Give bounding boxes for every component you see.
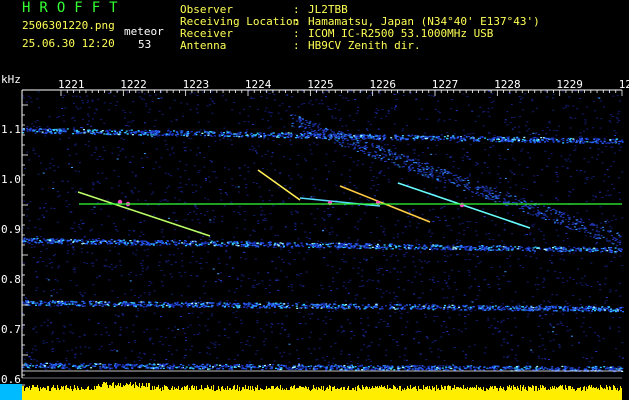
y-tick-label: 0.6 (1, 373, 21, 386)
x-tick-label: 1224 (244, 78, 272, 91)
y-tick-label: 0.7 (1, 323, 21, 336)
x-tick-label: 1223 (182, 78, 210, 91)
spectrogram-plot (0, 89, 624, 400)
y-tick-label: 0.8 (1, 273, 21, 286)
y-tick-label: 0.9 (1, 223, 21, 236)
spectrogram-window: HROFFT 2506301220.png 25.06.30 12:20 met… (0, 0, 629, 400)
y-tick-label: 1.0 (1, 173, 21, 186)
meteor-echoes (77, 169, 622, 237)
x-tick-label: 1227 (431, 78, 459, 91)
y-axis-unit: kHz (1, 73, 21, 86)
x-tick-label: 1221 (58, 78, 85, 91)
x-tick-label: 1222 (120, 78, 147, 91)
y-tick-label: 1.1 (1, 123, 21, 136)
x-tick-label: 1229 (556, 78, 583, 91)
x-tick-label: 1228 (494, 78, 521, 91)
x-tick-label: 1230 (618, 78, 629, 91)
x-tick-label: 1225 (307, 78, 334, 91)
x-tick-label: 1226 (369, 78, 397, 91)
bottom-level-bar (0, 382, 622, 400)
